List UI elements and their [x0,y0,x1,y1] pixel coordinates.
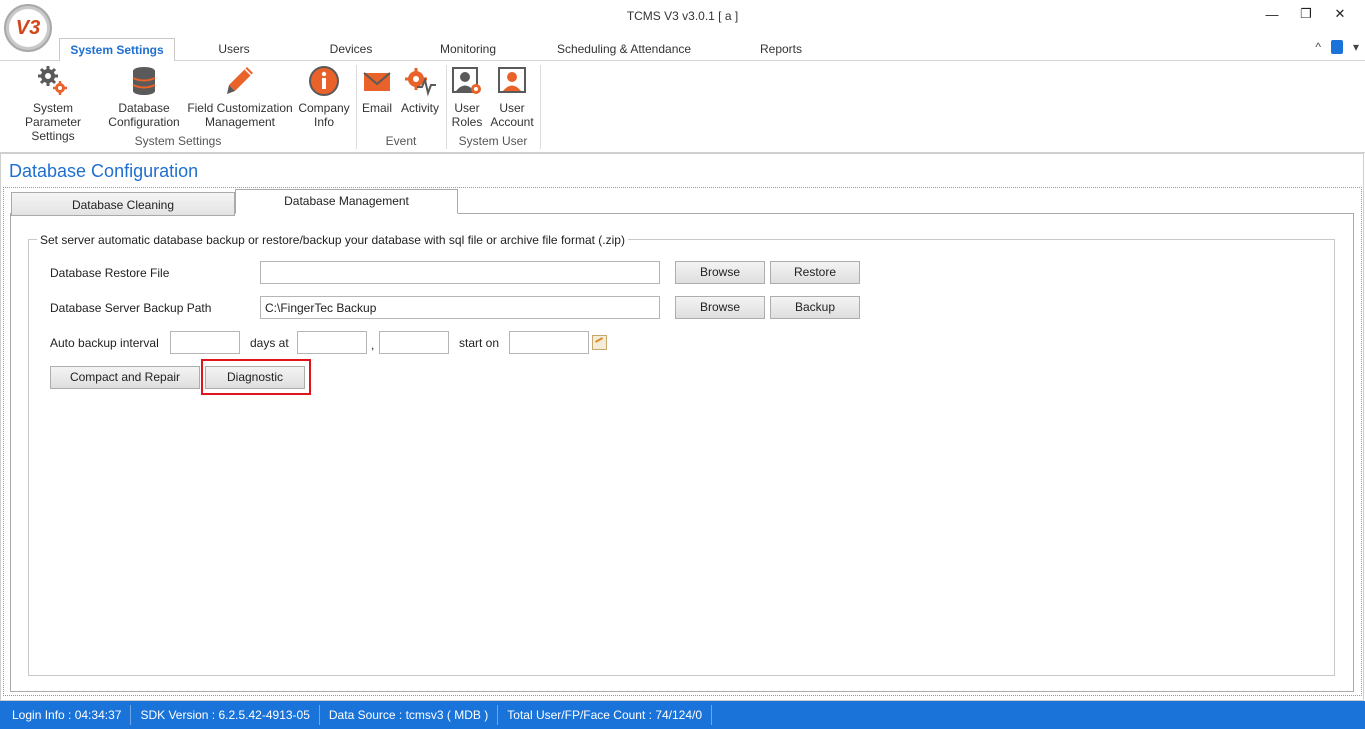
status-user-count: Total User/FP/Face Count : 74/124/0 [498,705,713,725]
tab-reports[interactable]: Reports [741,38,821,61]
start-on-label: start on [459,336,500,350]
user-roles-label-1: User [454,101,480,115]
group-separator [540,65,541,149]
window-title: TCMS V3 v3.0.1 [ a ] [626,9,739,23]
system-parameter-label-1: System Parameter [24,101,82,129]
close-button[interactable]: ✕ [1323,4,1357,24]
status-sdk-version: SDK Version : 6.2.5.42-4913-05 [131,705,320,725]
company-info-button[interactable]: Company Info [296,65,352,129]
ribbon-right-controls: ^ ▾ [1315,40,1359,54]
field-customization-label-1: Field Customization [187,101,293,115]
backup-button[interactable]: Backup [770,296,860,319]
tab-users[interactable]: Users [194,38,274,61]
backup-browse-button[interactable]: Browse [675,296,765,319]
time-separator: , [371,338,375,352]
restore-button[interactable]: Restore [770,261,860,284]
activity-icon [398,65,442,97]
database-configuration-label-1: Database [118,101,170,115]
group-label-system-settings: System Settings [134,134,222,148]
backup-path-label: Database Server Backup Path [50,301,212,315]
gears-icon [4,65,102,97]
status-login-info: Login Info : 04:34:37 [0,705,132,725]
compact-repair-button[interactable]: Compact and Repair [50,366,200,389]
status-bar: Login Info : 04:34:37 SDK Version : 6.2.… [0,701,1365,729]
database-configuration-label-2: Configuration [108,115,180,129]
diagnostic-highlight [201,359,311,395]
window-controls: — ❐ ✕ [1255,4,1357,24]
company-info-label-2: Info [313,115,334,129]
tab-scheduling-attendance[interactable]: Scheduling & Attendance [550,38,698,61]
activity-label: Activity [400,101,439,115]
ribbon: System Parameter Settings Database Confi… [0,61,1365,153]
activity-button[interactable]: Activity [398,65,442,115]
auto-backup-label: Auto backup interval [50,336,159,350]
start-date-input[interactable] [509,331,589,354]
user-account-label-2: Account [490,115,534,129]
tab-system-settings[interactable]: System Settings [59,38,175,62]
calendar-icon[interactable] [592,335,607,350]
user-account-icon [488,65,536,97]
tab-database-cleaning[interactable]: Database Cleaning [11,192,235,216]
tab-monitoring[interactable]: Monitoring [428,38,508,61]
ribbon-tabs: System Settings Users Devices Monitoring… [0,38,1365,62]
email-icon [360,65,394,97]
system-parameter-settings-button[interactable]: System Parameter Settings [4,65,102,143]
backup-path-input[interactable] [260,296,660,319]
info-icon [296,65,352,97]
restore-button[interactable]: ❐ [1289,4,1323,24]
user-roles-label-2: Roles [451,115,483,129]
office-icon[interactable] [1330,40,1343,54]
database-configuration-button[interactable]: Database Configuration [104,65,184,129]
backup-hour-input[interactable] [297,331,367,354]
restore-file-input[interactable] [260,261,660,284]
pencil-icon [186,65,294,97]
status-data-source: Data Source : tcmsv3 ( MDB ) [320,705,499,725]
user-account-button[interactable]: User Account [488,65,536,129]
tab-devices[interactable]: Devices [311,38,391,61]
tab-database-management[interactable]: Database Management [235,189,458,214]
group-caption: Set server automatic database backup or … [37,233,628,247]
app-window: V3 TCMS V3 v3.0.1 [ a ] — ❐ ✕ System Set… [0,0,1365,729]
group-label-event: Event [385,134,417,148]
backup-interval-input[interactable] [170,331,240,354]
ribbon-collapse-icon[interactable]: ^ [1315,40,1321,54]
group-label-system-user: System User [458,134,528,148]
user-roles-icon [450,65,484,97]
page-title: Database Configuration [9,161,199,181]
days-at-label: days at [250,336,289,350]
user-roles-button[interactable]: User Roles [450,65,484,129]
restore-file-label: Database Restore File [50,266,170,280]
email-button[interactable]: Email [360,65,394,115]
field-customization-management-button[interactable]: Field Customization Management [186,65,294,129]
backup-minute-input[interactable] [379,331,449,354]
minimize-button[interactable]: — [1255,4,1289,24]
company-info-label-1: Company [298,101,350,115]
database-icon [104,65,184,97]
user-account-label-1: User [499,101,525,115]
ribbon-menu-icon[interactable]: ▾ [1353,40,1359,54]
email-label: Email [361,101,392,115]
field-customization-label-2: Management [204,115,276,129]
restore-browse-button[interactable]: Browse [675,261,765,284]
